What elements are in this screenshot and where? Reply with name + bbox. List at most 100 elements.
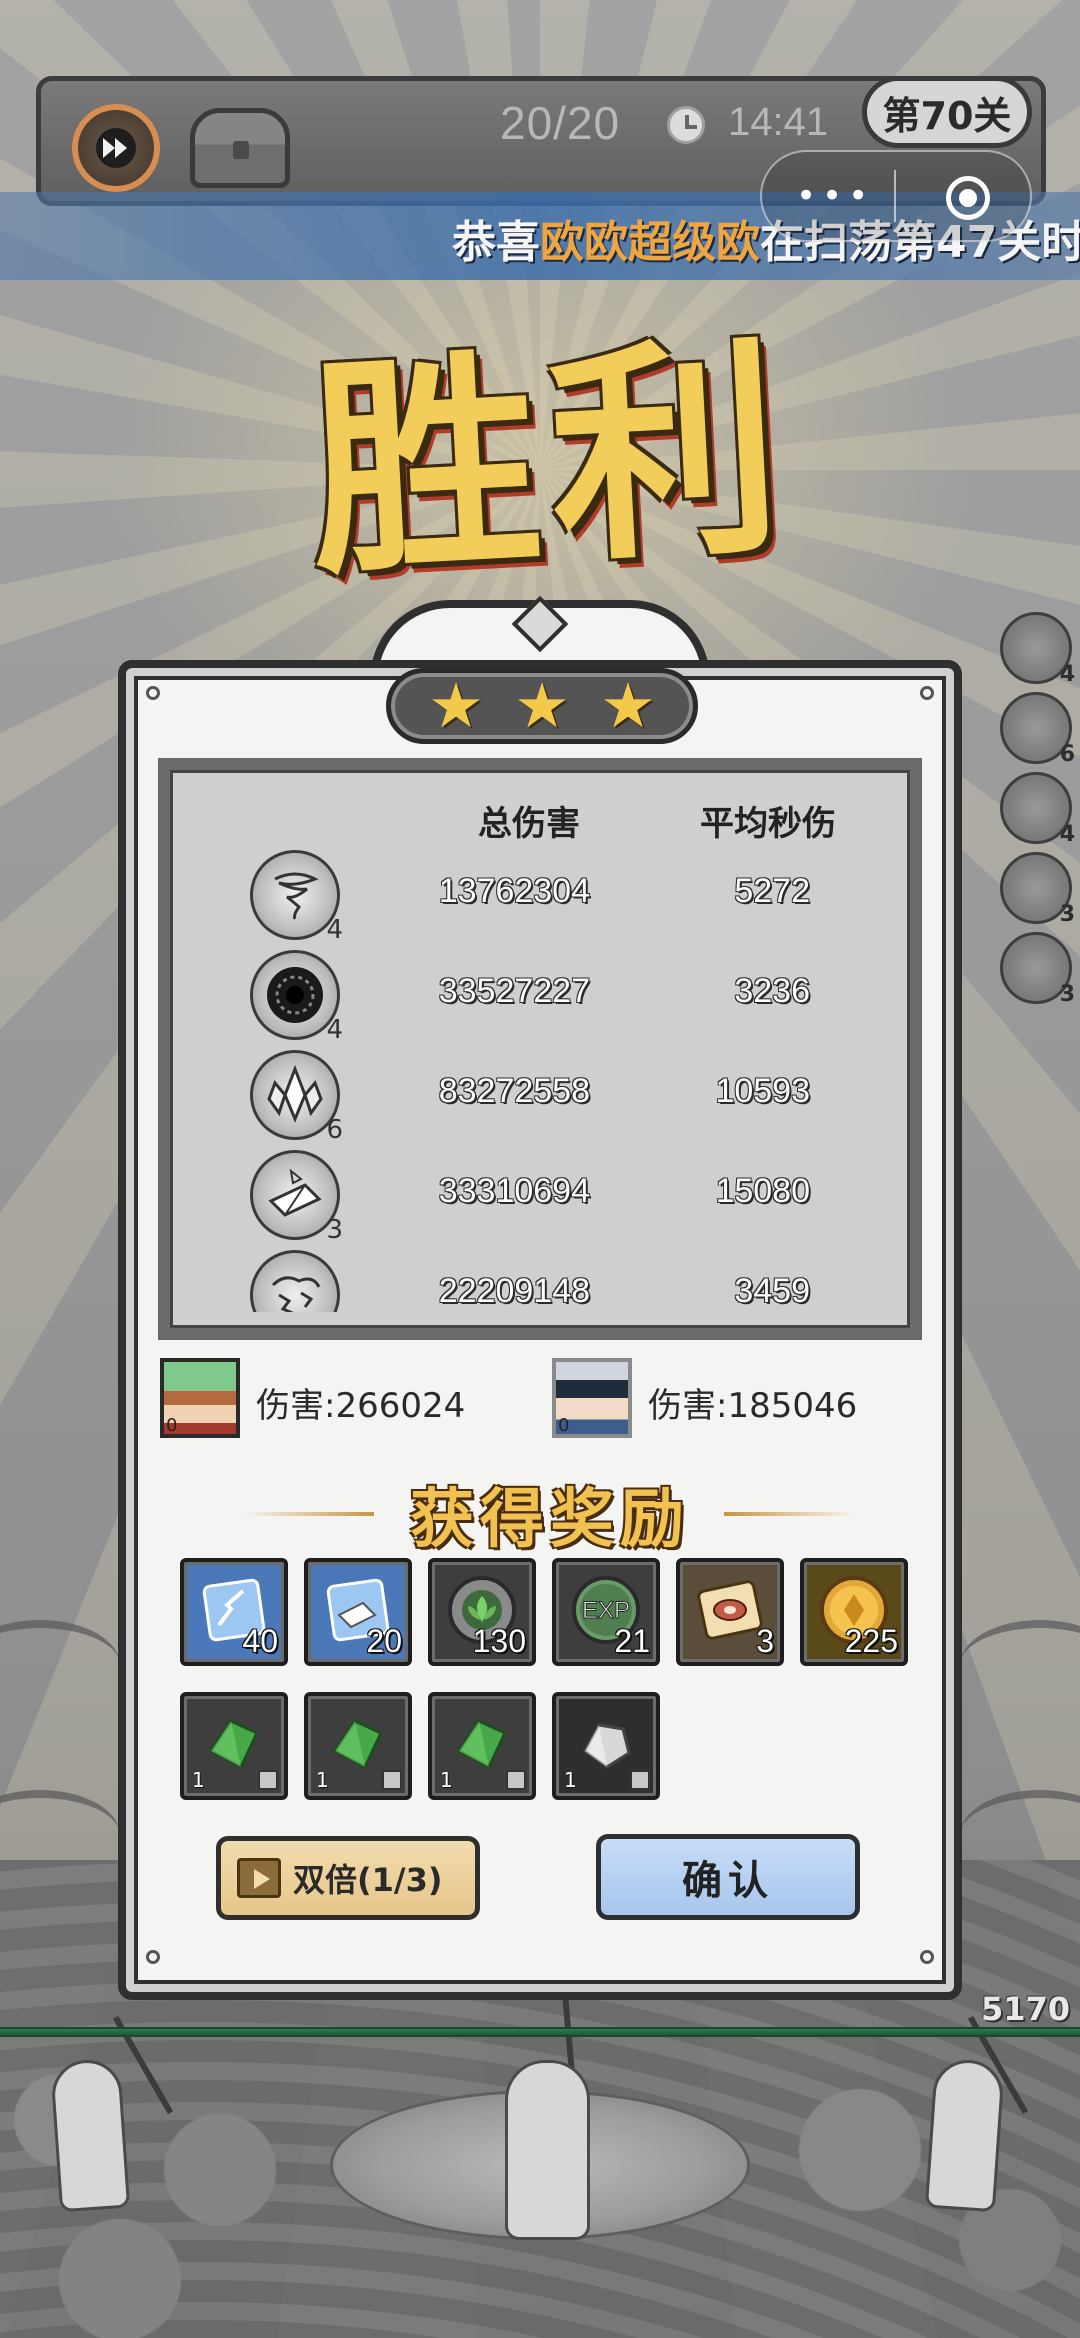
avg-dps: 15080	[715, 1172, 810, 1210]
reward-item[interactable]: 1	[180, 1692, 288, 1800]
hp-bar	[0, 2027, 1080, 2037]
fast-forward-icon	[96, 128, 136, 168]
treasure-chest-icon[interactable]	[190, 108, 290, 188]
panel-rivet	[146, 1950, 160, 1964]
fragment-badge-icon	[506, 1770, 526, 1790]
skill-level: 4	[326, 915, 343, 945]
wizard-figure	[924, 2057, 1006, 2213]
total-damage: 83272558	[438, 1072, 590, 1110]
hp-value: 5170	[980, 1990, 1070, 2028]
panel-rivet	[920, 1950, 934, 1964]
table-row: 3 33310694 15080	[170, 1150, 910, 1245]
hero-level: 0	[166, 1415, 178, 1436]
tornado-icon: 4	[250, 850, 343, 945]
fragment-badge-icon	[630, 1770, 650, 1790]
table-row: 6 83272558 10593	[170, 1050, 910, 1145]
reward-item[interactable]: 20	[304, 1558, 412, 1666]
side-skill-count: 6	[1059, 742, 1075, 767]
avg-dps: 3459	[734, 1272, 810, 1310]
reward-item[interactable]: 1	[304, 1692, 412, 1800]
reward-divider-right	[724, 1512, 854, 1516]
reward-qty: 1	[316, 1768, 329, 1792]
fragment-badge-icon	[382, 1770, 402, 1790]
table-row: 4 33527227 3236	[170, 950, 910, 1045]
fast-forward-button[interactable]	[72, 104, 160, 192]
total-damage: 22209148	[438, 1272, 590, 1310]
side-skill-count: 3	[1059, 902, 1075, 927]
reward-qty: 20	[366, 1623, 402, 1659]
column-header-avg: 平均秒伤	[700, 804, 836, 844]
reward-qty: 3	[756, 1623, 774, 1659]
reward-item[interactable]: 225	[800, 1558, 908, 1666]
skill-level: 4	[326, 1015, 343, 1045]
skill-level: 6	[326, 1115, 343, 1145]
avg-dps: 3236	[734, 972, 810, 1010]
rewards-title: 获得奖励	[410, 1482, 690, 1557]
more-options-icon[interactable]: •••	[796, 179, 874, 213]
confirm-button[interactable]: 确认	[596, 1834, 860, 1920]
victory-title: 胜利	[303, 312, 797, 608]
hero-level: 0	[558, 1415, 570, 1436]
side-skill-slot: 3	[1000, 932, 1075, 1007]
total-damage: 13762304	[438, 872, 590, 910]
total-damage: 33310694	[438, 1172, 590, 1210]
side-skill-slot: 3	[1000, 852, 1075, 927]
side-skill-slot: 4	[1000, 612, 1075, 687]
side-skill-count: 3	[1059, 982, 1075, 1007]
hero-damage-1: 0 伤害:266024	[160, 1358, 480, 1438]
hero-damage-2: 0 伤害:185046	[552, 1358, 892, 1438]
ice-shard-icon: 3	[250, 1150, 343, 1245]
side-skill-count: 4	[1059, 822, 1075, 847]
reward-item[interactable]: EXP 21	[552, 1558, 660, 1666]
clock-icon	[667, 106, 705, 144]
avg-dps: 5272	[734, 872, 810, 910]
table-row: 4 13762304 5272	[170, 850, 910, 945]
side-skill-slot: 6	[1000, 692, 1075, 767]
stamina-counter: 20/20	[500, 97, 621, 149]
reward-divider-left	[244, 1512, 374, 1516]
avg-dps: 10593	[715, 1072, 810, 1110]
wizard-figure-main	[505, 2060, 590, 2240]
hero-brown-hair-avatar[interactable]: 0	[160, 1358, 240, 1438]
side-skill-slot: 4	[1000, 772, 1075, 847]
timer: 14:41	[728, 100, 829, 144]
reward-item[interactable]: 40	[180, 1558, 288, 1666]
panel-rivet	[920, 686, 934, 700]
exp-label: EXP	[582, 1597, 630, 1624]
reward-item[interactable]: 3	[676, 1558, 784, 1666]
column-header-total: 总伤害	[478, 804, 580, 844]
reward-item[interactable]: 1	[428, 1692, 536, 1800]
star-icon: ★	[514, 669, 570, 742]
black-hole-icon: 4	[250, 950, 343, 1045]
reward-qty: 1	[440, 1768, 453, 1792]
double-reward-label: 双倍(1/3)	[293, 1861, 443, 1899]
wizard-figure	[49, 2057, 131, 2213]
lightning-cloud-icon: 3	[250, 1250, 340, 1312]
double-reward-button[interactable]: 双倍(1/3)	[216, 1836, 480, 1920]
announcement-prefix: 恭喜	[452, 217, 540, 268]
capsule-divider	[894, 170, 896, 222]
crystal-cluster-icon: 6	[250, 1050, 343, 1145]
reward-qty: 1	[564, 1768, 577, 1792]
damage-stats-table: 总伤害 平均秒伤 4 13762304 5272 4 33527227 3236…	[158, 758, 922, 1340]
star-rating: ★ ★ ★	[386, 668, 698, 744]
reward-item[interactable]: 130	[428, 1558, 536, 1666]
stage-badge: 第70关	[862, 76, 1032, 148]
reward-item[interactable]: 1	[552, 1692, 660, 1800]
total-damage: 33527227	[438, 972, 590, 1010]
star-icon: ★	[428, 669, 484, 742]
skill-level: 3	[326, 1215, 343, 1245]
announcement-player: 欧欧超级欧	[540, 217, 760, 268]
hero-damage-text: 伤害:185046	[648, 1386, 858, 1426]
reward-qty: 225	[844, 1623, 898, 1659]
close-miniprogram-icon[interactable]	[946, 176, 990, 220]
reward-qty: 1	[192, 1768, 205, 1792]
hero-dark-hair-avatar[interactable]: 0	[552, 1358, 632, 1438]
hero-damage-text: 伤害:266024	[256, 1386, 466, 1426]
reward-qty: 21	[614, 1623, 650, 1659]
reward-qty: 40	[242, 1623, 278, 1659]
video-ad-icon	[237, 1858, 281, 1898]
reward-qty: 130	[472, 1623, 526, 1659]
side-skill-count: 4	[1059, 662, 1075, 687]
star-icon: ★	[600, 669, 656, 742]
